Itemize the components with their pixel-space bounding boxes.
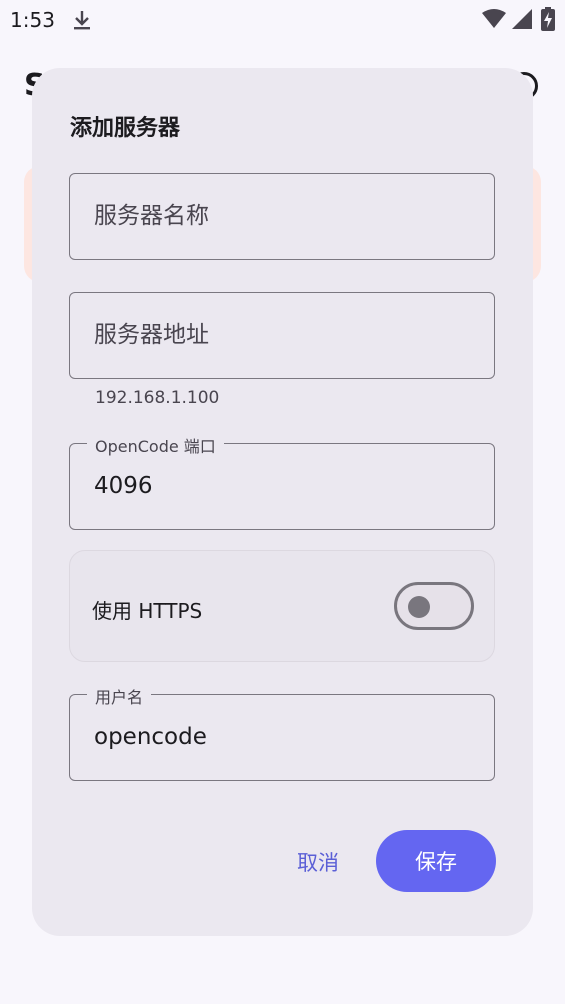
username-input[interactable] (94, 695, 464, 779)
server-name-input[interactable] (94, 174, 464, 258)
signal-icon (512, 9, 532, 29)
battery-icon (541, 7, 555, 31)
add-server-dialog: 添加服务器 192.168.1.100 OpenCode 端口 使用 HTTPS… (32, 68, 533, 936)
username-field[interactable]: 用户名 (69, 684, 495, 781)
wifi-icon (482, 9, 506, 28)
server-address-input[interactable] (94, 293, 464, 377)
https-row[interactable]: 使用 HTTPS (69, 550, 495, 662)
cancel-button[interactable]: 取消 (282, 832, 354, 892)
dialog-title: 添加服务器 (70, 116, 181, 141)
server-address-hint: 192.168.1.100 (95, 388, 220, 408)
save-button[interactable]: 保存 (376, 830, 496, 892)
server-name-field[interactable] (69, 173, 495, 260)
port-input[interactable] (94, 444, 464, 528)
status-time: 1:53 (10, 8, 55, 32)
port-field[interactable]: OpenCode 端口 (69, 433, 495, 530)
server-address-field[interactable] (69, 292, 495, 379)
status-bar: 1:53 (0, 0, 565, 40)
https-toggle-knob (408, 596, 430, 618)
download-icon (74, 11, 90, 30)
https-toggle[interactable] (394, 582, 474, 630)
https-label: 使用 HTTPS (92, 599, 203, 623)
